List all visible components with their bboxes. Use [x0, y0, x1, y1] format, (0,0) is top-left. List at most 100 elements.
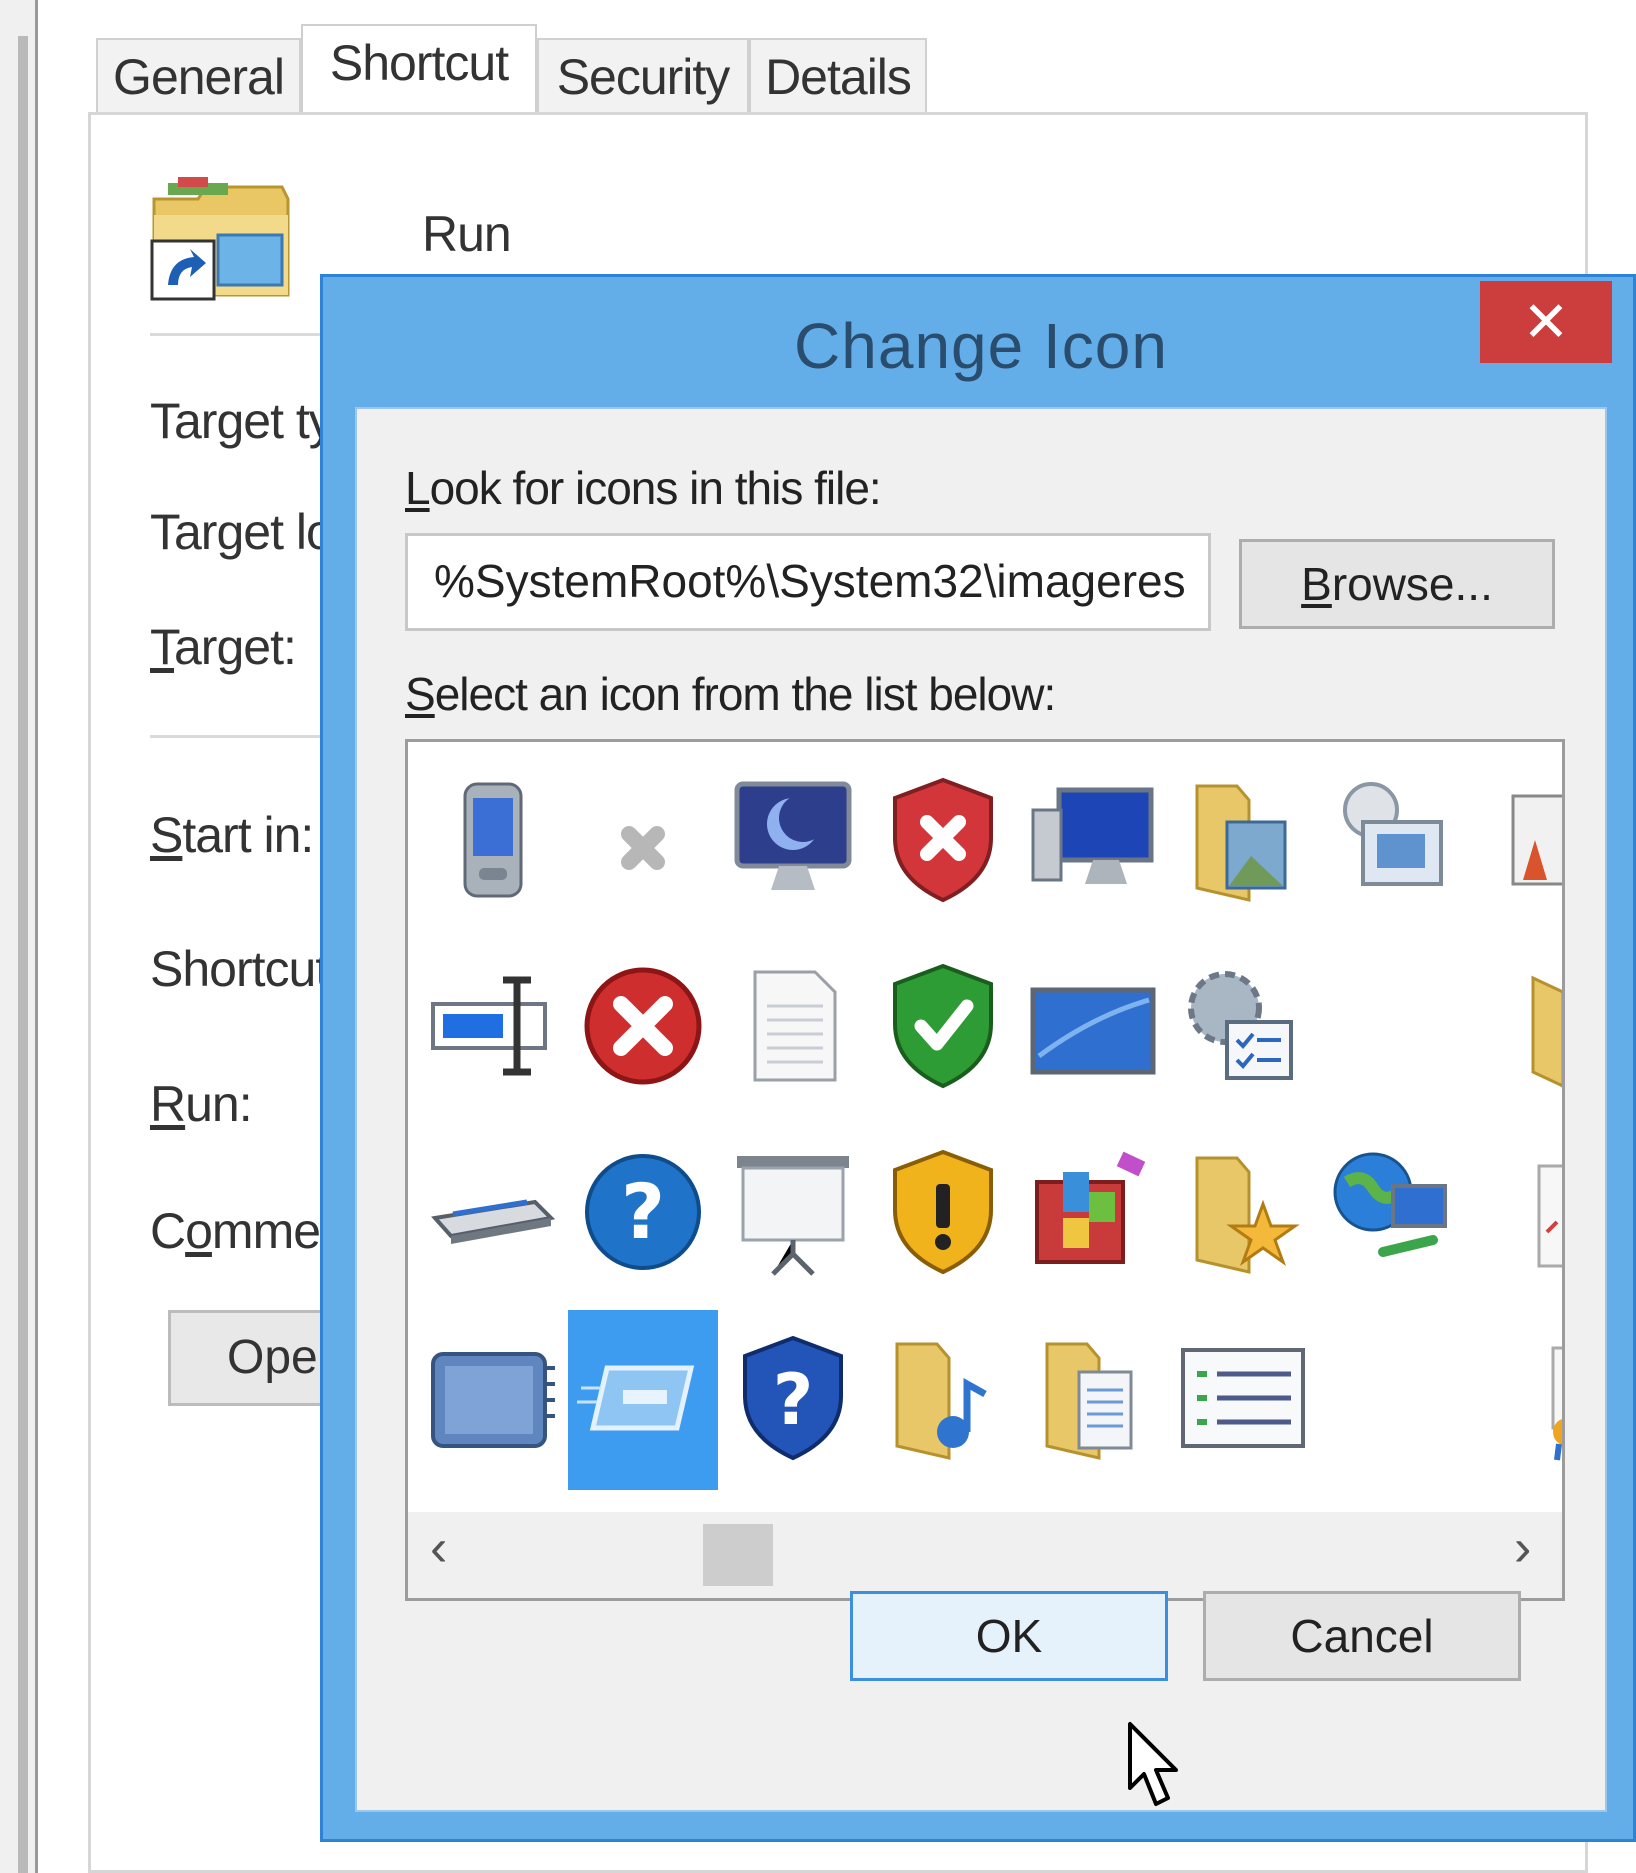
- icon-cell[interactable]: [1018, 1124, 1168, 1304]
- close-button[interactable]: ✕: [1480, 281, 1612, 363]
- icon-cell[interactable]: [568, 752, 718, 932]
- icon-cell[interactable]: ?: [568, 1124, 718, 1304]
- icon-cell[interactable]: [718, 752, 868, 932]
- run-label-text: un:: [185, 1076, 253, 1132]
- icon-cell[interactable]: [868, 1124, 1018, 1304]
- icon-cell[interactable]: [1468, 938, 1562, 1118]
- shield-check-icon: [873, 956, 1013, 1101]
- control-panel-icon: [1323, 770, 1463, 915]
- empty-icon: [1323, 956, 1463, 1101]
- icon-cell[interactable]: [1468, 752, 1562, 932]
- icon-cell[interactable]: [1018, 752, 1168, 932]
- folder-music-icon: [873, 1328, 1013, 1473]
- icon-cell[interactable]: [868, 752, 1018, 932]
- browse-label: rowse...: [1331, 558, 1493, 610]
- shortcut-folder-icon: [148, 175, 296, 308]
- icon-cell[interactable]: [1318, 938, 1468, 1118]
- ok-button[interactable]: OK: [850, 1591, 1168, 1681]
- shortcut-key-label: Shortcut: [150, 941, 329, 997]
- start-in-label: Start in:: [150, 806, 314, 864]
- look-for-icons-label: Look for icons in this file:: [405, 461, 882, 515]
- scroll-right-arrow-icon[interactable]: ›: [1514, 1518, 1531, 1578]
- run-label: Run:: [150, 1075, 253, 1133]
- target-label: Target:: [150, 618, 297, 676]
- target-label-text: arget:: [174, 619, 297, 675]
- dialog-body: Look for icons in this file: %SystemRoot…: [355, 407, 1607, 1812]
- folder-partial-icon: [1473, 956, 1562, 1101]
- tab-details[interactable]: Details: [749, 38, 927, 112]
- icon-cell[interactable]: [1468, 1310, 1562, 1490]
- folder-favorites-icon: [1173, 1142, 1313, 1287]
- target-label-mnemonic: T: [150, 619, 175, 675]
- grey-x-icon: [573, 770, 713, 915]
- icon-cell[interactable]: [718, 938, 868, 1118]
- programs-box-icon: [1023, 1142, 1163, 1287]
- svg-text:?: ?: [773, 1359, 814, 1441]
- icon-cell-selected[interactable]: [568, 1310, 718, 1490]
- scanner-icon: [423, 1142, 563, 1287]
- empty-icon: [1323, 1328, 1463, 1473]
- icon-list[interactable]: ? ? ‹ ›: [405, 739, 1565, 1601]
- tab-security[interactable]: Security: [537, 38, 749, 112]
- icon-file-path-input[interactable]: %SystemRoot%\System32\imageres: [405, 533, 1211, 631]
- icon-cell[interactable]: [568, 938, 718, 1118]
- comment-label-mnemonic: o: [185, 1203, 213, 1259]
- comment-label-first: C: [150, 1203, 186, 1259]
- shield-warning-icon: [873, 1142, 1013, 1287]
- document-partial-icon: [1473, 1142, 1562, 1287]
- icon-cell[interactable]: [1468, 1124, 1562, 1304]
- browse-button[interactable]: Browse...: [1239, 539, 1555, 629]
- scrollbar-thumb[interactable]: [703, 1524, 773, 1586]
- rename-textbox-icon: [423, 956, 563, 1101]
- list-view-icon: [1173, 1328, 1313, 1473]
- cancel-button[interactable]: Cancel: [1203, 1591, 1521, 1681]
- icon-cell[interactable]: [868, 1310, 1018, 1490]
- svg-text:?: ?: [621, 1167, 665, 1256]
- folder-documents-icon: [1023, 1328, 1163, 1473]
- icon-cell[interactable]: [1318, 752, 1468, 932]
- mouse-pointer-icon: [1126, 1720, 1186, 1817]
- shortcut-name: Run: [422, 206, 512, 262]
- window-border: [18, 36, 28, 1873]
- gear-checklist-icon: [1173, 956, 1313, 1101]
- look-label-text: ook for icons in this file:: [429, 462, 882, 514]
- select-label-mnemonic: S: [405, 668, 436, 720]
- icon-cell[interactable]: [1168, 1310, 1318, 1490]
- icon-cell[interactable]: [418, 752, 568, 932]
- horizontal-scrollbar[interactable]: ‹ ›: [408, 1512, 1562, 1598]
- icon-cell[interactable]: [418, 1310, 568, 1490]
- projector-screen-icon: [723, 1142, 863, 1287]
- folder-pictures-icon: [1173, 770, 1313, 915]
- icon-cell[interactable]: [1318, 1310, 1468, 1490]
- look-label-mnemonic: L: [405, 462, 431, 514]
- icon-cell[interactable]: [1168, 1124, 1318, 1304]
- start-in-label-text: tart in:: [182, 807, 314, 863]
- memory-card-icon: [423, 1328, 563, 1473]
- close-icon: ✕: [1522, 290, 1570, 353]
- icon-cell[interactable]: [1018, 938, 1168, 1118]
- change-icon-dialog: Change Icon ✕ Look for icons in this fil…: [320, 274, 1636, 1842]
- icon-cell[interactable]: [868, 938, 1018, 1118]
- icon-cell[interactable]: [1018, 1310, 1168, 1490]
- computer-network-icon: [1023, 770, 1163, 915]
- icon-cell[interactable]: [418, 938, 568, 1118]
- tab-general[interactable]: General: [96, 38, 301, 112]
- icon-cell[interactable]: ?: [718, 1310, 868, 1490]
- tab-shortcut[interactable]: Shortcut: [301, 24, 537, 114]
- browse-mnemonic: B: [1301, 558, 1332, 610]
- help-question-icon: ?: [573, 1142, 713, 1287]
- scroll-left-arrow-icon[interactable]: ‹: [430, 1518, 447, 1578]
- laptop-screen-icon: [1023, 956, 1163, 1101]
- minimize-window-icon: [573, 1328, 713, 1473]
- comment-label: Commen: [150, 1202, 348, 1260]
- separator: [150, 333, 320, 336]
- icon-cell[interactable]: [1168, 938, 1318, 1118]
- target-location-label: Target lo: [150, 504, 334, 560]
- icon-cell[interactable]: [418, 1124, 568, 1304]
- icon-cell[interactable]: [718, 1124, 868, 1304]
- icon-cell[interactable]: [1318, 1124, 1468, 1304]
- icon-cell[interactable]: [1168, 752, 1318, 932]
- shield-error-icon: [873, 770, 1013, 915]
- certificate-partial-icon: [1473, 1328, 1562, 1473]
- separator: [150, 735, 320, 738]
